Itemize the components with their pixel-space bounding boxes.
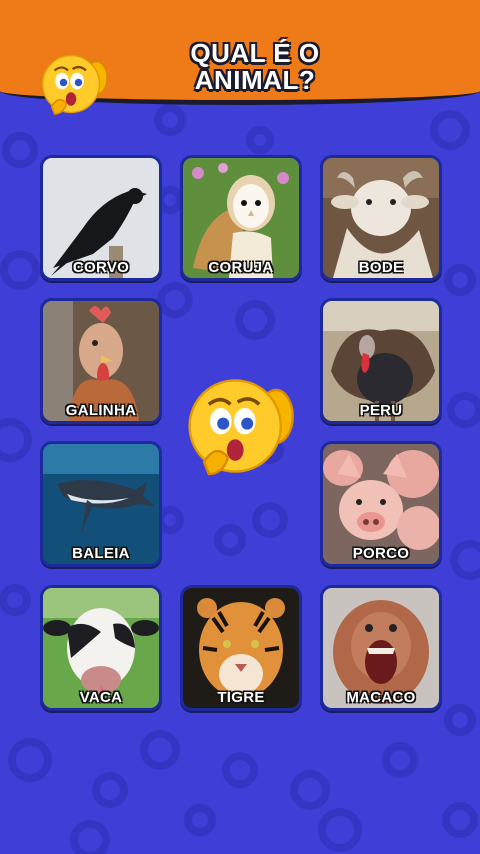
animal-card-macaco[interactable]: MACACO xyxy=(320,585,442,711)
card-label: PERU xyxy=(359,402,403,419)
card-label: VACA xyxy=(79,689,123,706)
card-label: TIGRE xyxy=(217,689,265,706)
animal-card-tigre[interactable]: TIGRE xyxy=(180,585,302,711)
animal-card-coruja[interactable]: CORUJA xyxy=(180,155,302,281)
card-label: BODE xyxy=(358,259,404,276)
animal-card-porco[interactable]: PORCO xyxy=(320,441,442,567)
card-label: MACACO xyxy=(346,689,416,706)
animal-card-corvo[interactable]: CORVO xyxy=(40,155,162,281)
card-label: CORVO xyxy=(72,259,130,276)
page-title: QUAL É O ANIMAL? xyxy=(120,40,390,94)
animal-card-galinha[interactable]: GALINHA xyxy=(40,298,162,424)
animal-card-baleia[interactable]: BALEIA xyxy=(40,441,162,567)
animal-card-peru[interactable]: PERU xyxy=(320,298,442,424)
title-line-1: QUAL É O xyxy=(190,38,320,68)
animal-card-bode[interactable]: BODE xyxy=(320,155,442,281)
card-label: GALINHA xyxy=(65,402,137,419)
animal-card-vaca[interactable]: VACA xyxy=(40,585,162,711)
card-label: BALEIA xyxy=(72,545,130,562)
title-line-2: ANIMAL? xyxy=(194,65,316,95)
thinking-face-icon xyxy=(188,379,294,476)
thinking-face-icon xyxy=(41,54,108,115)
card-label: CORUJA xyxy=(208,259,274,276)
card-label: PORCO xyxy=(352,545,410,562)
